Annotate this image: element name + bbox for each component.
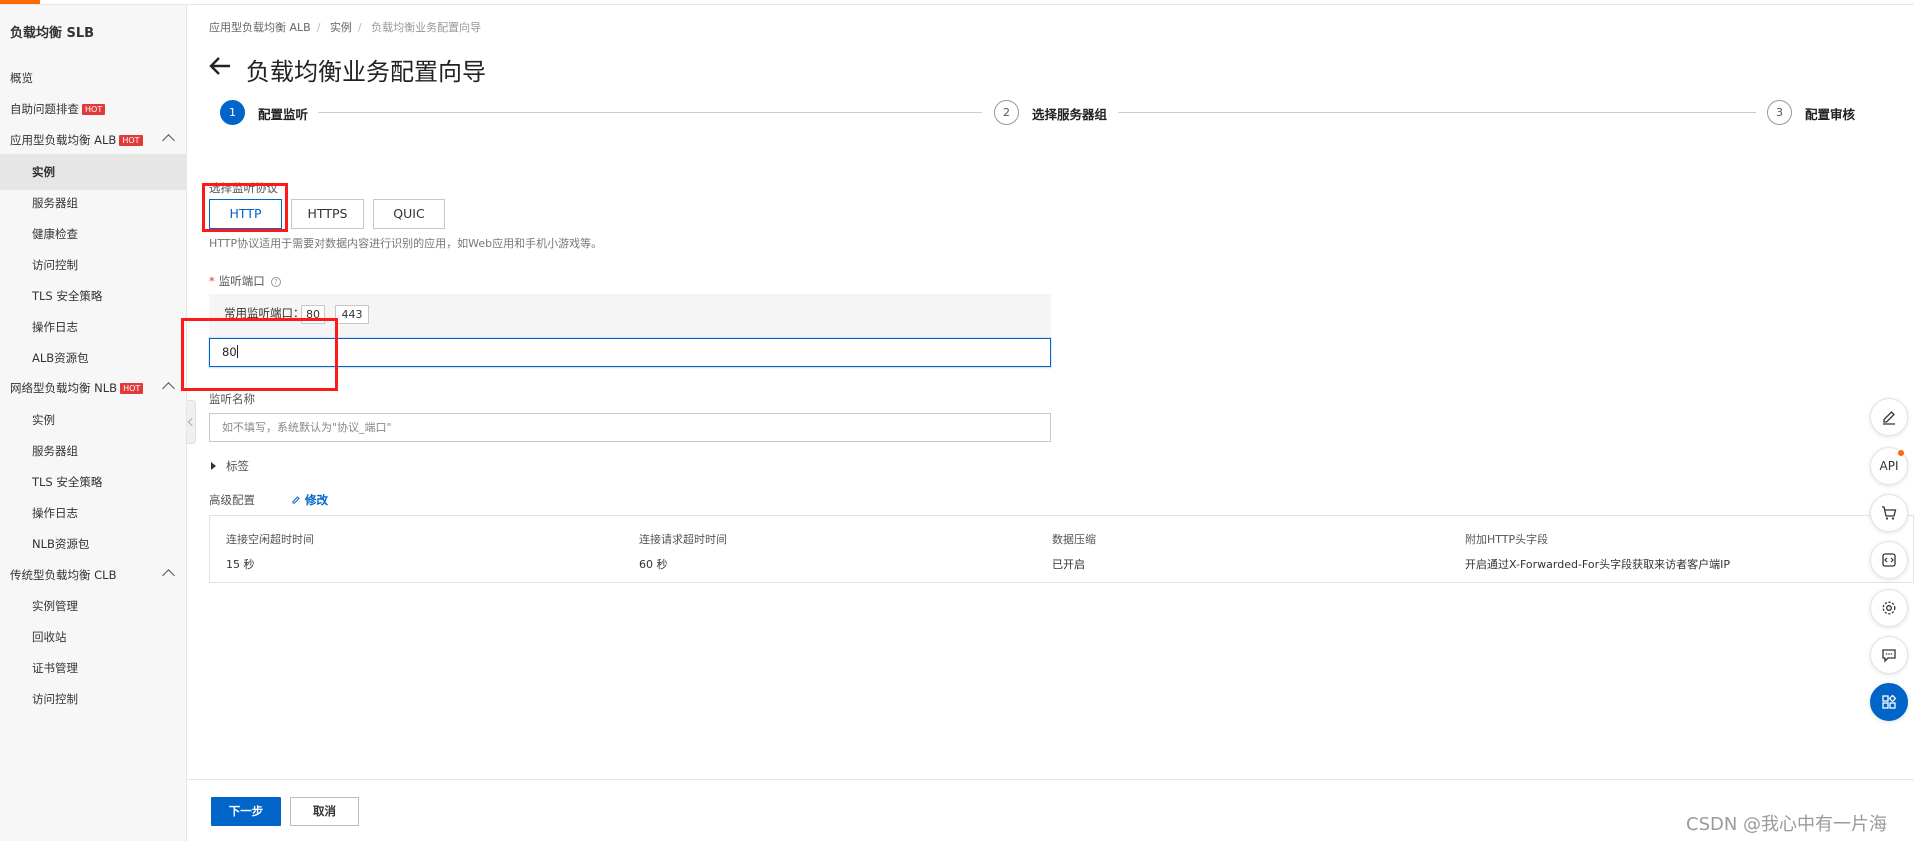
advanced-config-table: 连接空闲超时时间 15 秒 连接请求超时时间 60 秒 数据压缩已开启 附加HTTP… [209,515,1914,583]
listener-name-label: 监听名称 [209,392,255,406]
tags-toggle[interactable]: 标签 [211,458,249,474]
sidebar-item-label: 服务器组 [32,196,78,210]
sidebar-group-nlb[interactable]: 网络型负载均衡 NLB HOT [0,370,187,406]
sidebar-group-alb[interactable]: 应用型负载均衡 ALB HOT [0,122,187,158]
api-icon[interactable]: API [1870,447,1908,485]
cart-icon[interactable] [1870,494,1908,532]
advanced-col-compression: 数据压缩 已开启 [1052,531,1096,572]
common-ports-label: 常用监听端口： [224,306,305,320]
step-2-label: 选择服务器组 [1032,107,1108,122]
watermark: CSDN @我心中有一片海 [1686,814,1888,835]
sidebar-item-label: ALB资源包 [32,351,89,365]
sidebar-item-label: 访问控制 [32,692,78,706]
sidebar-item-label: 实例 [32,165,55,179]
sidebar-item-label: 证书管理 [32,661,78,675]
advanced-col-request-timeout: 连接请求超时时间 60 秒 [639,531,727,572]
col-header: 连接空闲超时时间 [226,533,314,546]
step-3-label: 配置审核 [1805,107,1856,122]
step-1-indicator: 1 [220,100,245,125]
step-connector [318,112,982,113]
advanced-col-idle-timeout: 连接空闲超时时间 15 秒 [226,531,314,572]
sidebar-item-label: 概览 [10,71,33,85]
edit-label: 修改 [305,493,328,507]
sidebar-item-label: TLS 安全策略 [32,289,103,303]
protocol-http-button[interactable]: HTTP [209,199,282,229]
col-value: 15 秒 [226,558,255,571]
sidebar-item[interactable]: 访问控制 [0,681,187,717]
sidebar-item-label: 访问控制 [32,258,78,272]
sidebar-item-label: 网络型负载均衡 NLB [10,381,118,395]
port-chip-80[interactable]: 80 [301,305,325,324]
port-label-text: 监听端口 [218,274,265,288]
sidebar-item-label: 实例 [32,413,55,427]
brand-accent [0,0,40,4]
code-icon[interactable] [1870,541,1908,579]
hot-badge: HOT [120,383,144,394]
port-input[interactable]: 80 [209,338,1051,367]
hot-badge: HOT [119,135,143,146]
col-header: 数据压缩 [1052,533,1096,546]
chevron-up-icon[interactable] [162,382,175,395]
protocol-hint: HTTP协议适用于需要对数据内容进行识别的应用，如Web应用和手机小游戏等。 [209,237,603,250]
col-value: 60 秒 [639,558,668,571]
listener-name-input[interactable]: 如不填写，系统默认为"协议_端口" [209,413,1051,442]
breadcrumb-item-instance[interactable]: 实例 [330,21,352,34]
sidebar-item-label: 回收站 [32,630,67,644]
edit-icon[interactable] [1870,398,1908,436]
sidebar-item-label: 服务器组 [32,444,78,458]
advanced-edit-link[interactable]: 修改 [291,492,328,508]
breadcrumb: 应用型负载均衡 ALB / 实例 / 负载均衡业务配置向导 [209,21,482,34]
step-connector [1118,112,1756,113]
required-mark: * [209,274,215,288]
col-value: 已开启 [1052,558,1085,571]
sidebar-item-label: 实例管理 [32,599,78,613]
page-title: 负载均衡业务配置向导 [246,58,486,86]
top-bar [0,0,1914,5]
hot-badge: HOT [82,104,106,115]
cancel-button[interactable]: 取消 [290,797,359,826]
step-3-indicator: 3 [1767,100,1792,125]
caret-right-icon [211,462,216,470]
tags-label: 标签 [226,459,249,473]
sidebar-item-label: NLB资源包 [32,537,90,551]
sidebar-item-label: 操作日志 [32,320,78,334]
breadcrumb-item-current: 负载均衡业务配置向导 [371,21,482,34]
advanced-col-http-header: 附加HTTP头字段开启通过X-Forwarded-For头字段获取来访者客户端I… [1465,531,1730,572]
sidebar-item-label: 健康检查 [32,227,78,241]
gear-icon[interactable] [1870,589,1908,627]
chevron-up-icon[interactable] [162,134,175,147]
sidebar-collapse-handle[interactable] [187,400,196,444]
port-field-label: * 监听端口? [209,273,281,289]
port-chip-443[interactable]: 443 [335,305,369,324]
protocol-label: 选择监听协议 [209,181,278,195]
advanced-config-label: 高级配置 [209,493,255,507]
chevron-up-icon[interactable] [162,569,175,582]
sidebar-item-label: 应用型负载均衡 ALB [10,133,117,147]
protocol-https-button[interactable]: HTTPS [291,199,364,229]
sidebar-item-label: 自助问题排查 [10,102,79,116]
step-2-indicator: 2 [994,100,1019,125]
col-value: 开启通过X-Forwarded-For头字段获取来访者客户端IP [1465,558,1730,571]
back-arrow-icon[interactable] [208,55,232,77]
sidebar-item-label: 操作日志 [32,506,78,520]
sidebar-title: 负载均衡 SLB [10,26,95,41]
sidebar-item-label: TLS 安全策略 [32,475,103,489]
sidebar: 负载均衡 SLB 概览 自助问题排查 HOT 应用型负载均衡 ALB HOT 实例 服务器组… [0,5,187,841]
notification-dot [1898,450,1904,456]
col-header: 附加HTTP头字段 [1465,533,1549,546]
port-input-value: 80 [222,345,237,359]
col-header: 连接请求超时时间 [639,533,727,546]
apps-icon[interactable] [1870,683,1908,721]
sidebar-item-label: 传统型负载均衡 CLB [10,568,117,582]
next-button[interactable]: 下一步 [211,797,281,826]
text-cursor [236,345,238,358]
protocol-quic-button[interactable]: QUIC [373,199,445,229]
step-1-label: 配置监听 [258,107,309,122]
api-icon-text: API [1879,459,1899,473]
footer-bar [187,779,1914,841]
edit-icon [292,496,300,504]
chat-icon[interactable] [1870,636,1908,674]
breadcrumb-item-alb[interactable]: 应用型负载均衡 ALB [209,21,311,34]
help-icon[interactable]: ? [270,277,281,287]
